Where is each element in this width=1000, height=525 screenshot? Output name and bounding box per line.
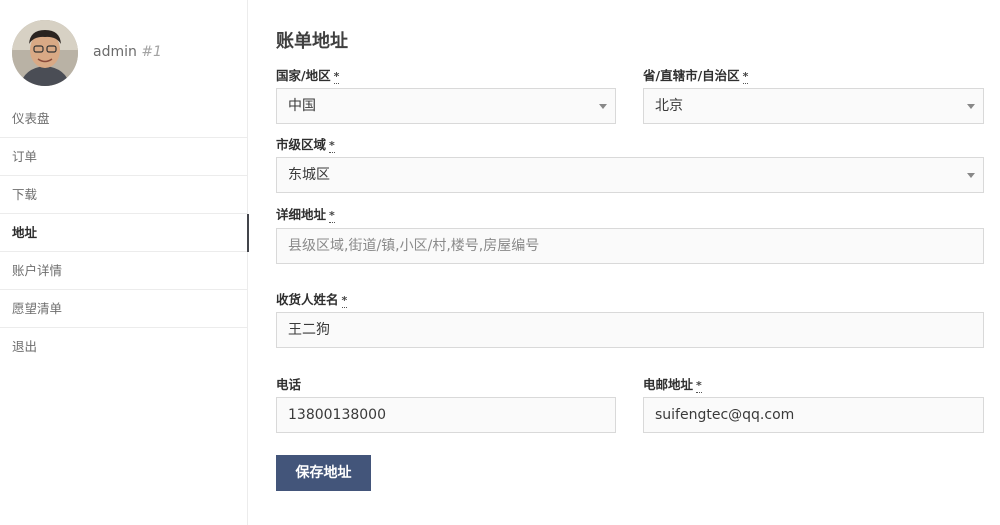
- province-label: 省/直辖市/自治区 *: [643, 65, 749, 84]
- phone-input[interactable]: 13800138000: [276, 397, 616, 433]
- account-menu: 仪表盘 订单 下载 地址 账户详情 愿望清单 退出: [0, 100, 249, 366]
- recipient-label-text: 收货人姓名: [276, 292, 339, 307]
- phone-label: 电话: [276, 374, 301, 393]
- district-label: 市级区域 *: [276, 134, 335, 153]
- avatar: [12, 20, 78, 86]
- user-box: admin #1: [12, 20, 242, 90]
- email-input[interactable]: suifengtec@qq.com: [643, 397, 984, 433]
- email-label: 电邮地址 *: [643, 374, 702, 393]
- required-mark: *: [329, 209, 335, 223]
- required-mark: *: [329, 139, 335, 153]
- email-label-text: 电邮地址: [643, 377, 694, 392]
- address-input[interactable]: 县级区域,街道/镇,小区/村,楼号,房屋编号: [276, 228, 984, 264]
- district-select-value: 东城区: [288, 167, 330, 183]
- required-mark: *: [333, 70, 340, 84]
- recipient-label: 收货人姓名 *: [276, 289, 348, 308]
- country-label: 国家/地区 *: [276, 65, 340, 84]
- page-title: 账单地址: [276, 31, 348, 52]
- username-text: admin: [93, 44, 137, 60]
- billing-address-form: 账单地址 国家/地区 * 中国 省/直辖市/自治区 * 北京 市级区域 * 东城区 详…: [276, 0, 984, 525]
- recipient-input[interactable]: 王二狗: [276, 312, 984, 348]
- phone-label-text: 电话: [276, 377, 302, 392]
- country-label-text: 国家/地区: [276, 68, 331, 83]
- chevron-down-icon: [967, 173, 975, 178]
- district-select[interactable]: 东城区: [276, 157, 984, 193]
- required-mark: *: [341, 294, 348, 308]
- province-select[interactable]: 北京: [643, 88, 984, 124]
- user-id: #1: [141, 44, 162, 60]
- required-mark: *: [696, 379, 702, 393]
- account-sidebar: admin #1 仪表盘 订单 下载 地址 账户详情 愿望清单 退出: [0, 0, 249, 525]
- district-label-text: 市级区域: [276, 137, 327, 152]
- menu-item-orders[interactable]: 订单: [0, 138, 248, 176]
- country-select[interactable]: 中国: [276, 88, 616, 124]
- chevron-down-icon: [967, 104, 975, 109]
- menu-item-wishlist[interactable]: 愿望清单: [0, 290, 248, 328]
- menu-item-account-details[interactable]: 账户详情: [0, 252, 248, 290]
- save-address-button[interactable]: 保存地址: [276, 455, 371, 491]
- required-mark: *: [742, 70, 749, 84]
- menu-item-logout[interactable]: 退出: [0, 328, 248, 366]
- menu-item-addresses[interactable]: 地址: [0, 214, 249, 252]
- username: admin #1: [93, 44, 162, 60]
- menu-item-downloads[interactable]: 下载: [0, 176, 248, 214]
- address-label-text: 详细地址: [276, 207, 327, 222]
- menu-item-dashboard[interactable]: 仪表盘: [0, 100, 248, 138]
- country-select-value: 中国: [288, 98, 316, 114]
- province-select-value: 北京: [655, 98, 683, 114]
- chevron-down-icon: [599, 104, 607, 109]
- address-label: 详细地址 *: [276, 204, 335, 223]
- province-label-text: 省/直辖市/自治区: [643, 68, 740, 83]
